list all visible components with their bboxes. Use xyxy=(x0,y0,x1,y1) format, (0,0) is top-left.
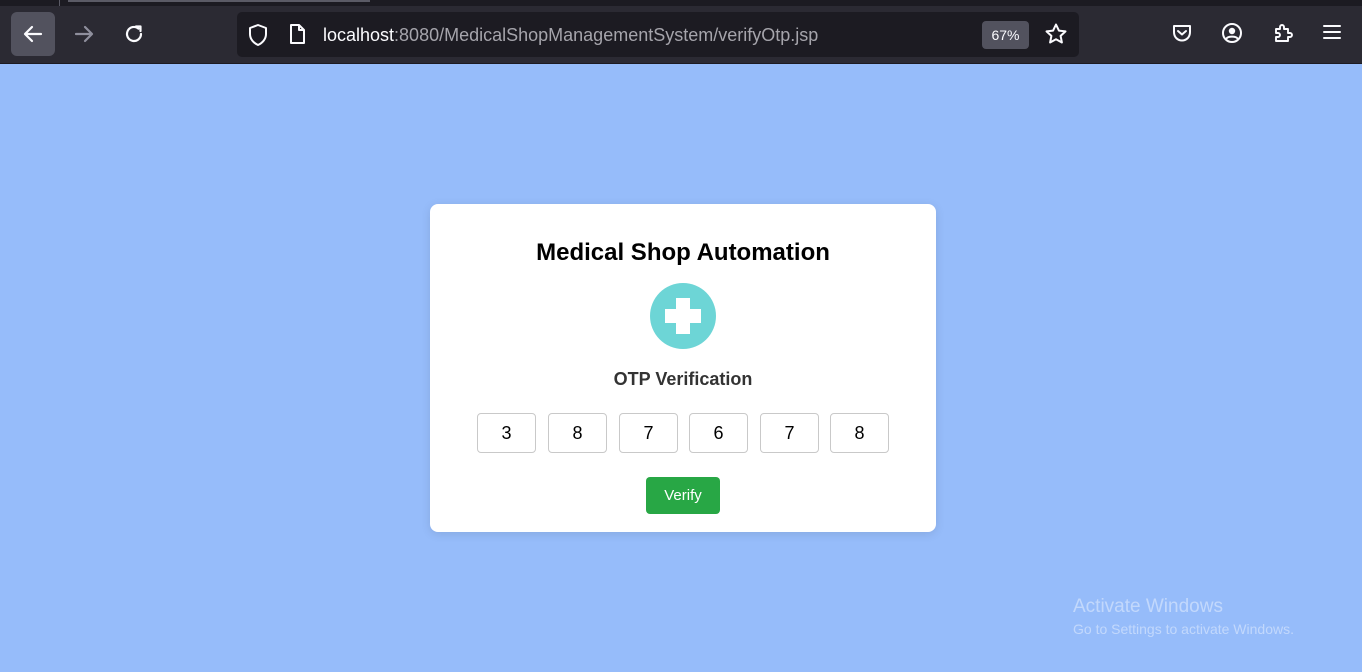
watermark-subtitle: Go to Settings to activate Windows. xyxy=(1073,621,1294,637)
otp-verification-heading: OTP Verification xyxy=(613,369,753,389)
hamburger-menu-icon[interactable] xyxy=(1322,22,1342,42)
tab-divider xyxy=(59,0,60,6)
otp-digit-2[interactable] xyxy=(548,413,607,453)
forward-arrow-icon xyxy=(74,25,94,43)
extensions-icon[interactable] xyxy=(1272,22,1294,44)
otp-digit-5[interactable] xyxy=(760,413,819,453)
browser-toolbar: localhost:8080/MedicalShopManagementSyst… xyxy=(0,0,1362,64)
otp-digit-4[interactable] xyxy=(689,413,748,453)
otp-card: Medical Shop Automation OTP Verification… xyxy=(430,204,936,532)
otp-digit-1[interactable] xyxy=(477,413,536,453)
watermark-title: Activate Windows xyxy=(1073,596,1223,617)
url-path: :8080/MedicalShopManagementSystem/verify… xyxy=(394,25,819,45)
reload-button[interactable] xyxy=(112,12,156,56)
tab-strip-edge xyxy=(0,0,1362,6)
url-text[interactable]: localhost:8080/MedicalShopManagementSyst… xyxy=(323,24,818,46)
page-info-icon[interactable] xyxy=(287,23,307,45)
otp-input-group xyxy=(477,413,889,453)
pocket-icon[interactable] xyxy=(1171,22,1193,44)
forward-button[interactable] xyxy=(62,12,106,56)
cross-horizontal-bar xyxy=(665,309,701,323)
back-arrow-icon xyxy=(23,25,43,43)
otp-digit-6[interactable] xyxy=(830,413,889,453)
address-bar[interactable]: localhost:8080/MedicalShopManagementSyst… xyxy=(237,12,1079,57)
windows-activation-watermark: Activate Windows Go to Settings to activ… xyxy=(1073,597,1294,636)
verify-button[interactable]: Verify xyxy=(646,477,720,514)
medical-cross-icon xyxy=(650,283,716,349)
url-host: localhost xyxy=(323,25,395,45)
tracking-protection-shield-icon[interactable] xyxy=(247,23,269,47)
page-title: Medical Shop Automation xyxy=(536,239,830,266)
zoom-level-button[interactable]: 67% xyxy=(982,21,1029,49)
account-icon[interactable] xyxy=(1221,22,1243,44)
otp-digit-3[interactable] xyxy=(619,413,678,453)
back-button[interactable] xyxy=(11,12,55,56)
active-tab-edge[interactable] xyxy=(68,0,370,2)
bookmark-star-icon[interactable] xyxy=(1044,22,1068,46)
reload-icon xyxy=(125,25,143,43)
